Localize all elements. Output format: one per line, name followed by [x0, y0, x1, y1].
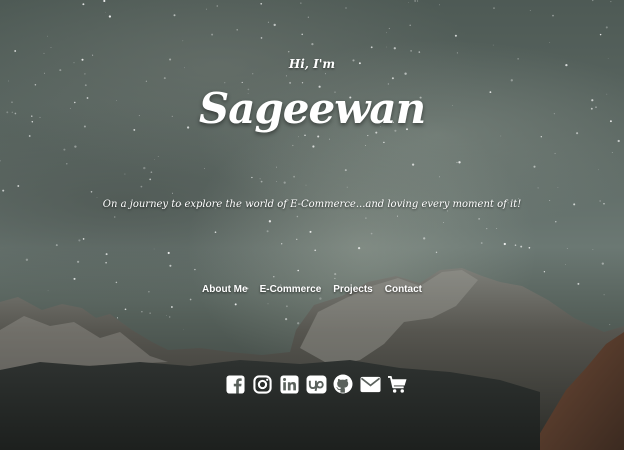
linkedin-icon[interactable]: [279, 372, 300, 396]
greeting-text: Hi, I'm: [288, 57, 336, 71]
social-links: [0, 372, 624, 396]
nav-link-about-me[interactable]: About Me: [202, 284, 248, 295]
nav-link-projects[interactable]: Projects: [333, 284, 372, 295]
owner-name-heading: Sageewan: [198, 84, 426, 133]
shopping-cart-icon[interactable]: [387, 372, 408, 396]
hero-section: Hi, I'm Sageewan On a journey to explore…: [0, 0, 624, 450]
nav-link-contact[interactable]: Contact: [385, 284, 422, 295]
tagline-text: On a journey to explore the world of E-C…: [102, 199, 522, 210]
github-icon[interactable]: [333, 372, 354, 396]
instagram-icon[interactable]: [252, 372, 273, 396]
email-icon[interactable]: [359, 372, 381, 396]
facebook-icon[interactable]: [225, 372, 246, 396]
main-navigation: About Me E-Commerce Projects Contact: [0, 284, 624, 295]
nav-link-e-commerce[interactable]: E-Commerce: [260, 284, 322, 295]
upwork-icon[interactable]: [306, 372, 327, 396]
